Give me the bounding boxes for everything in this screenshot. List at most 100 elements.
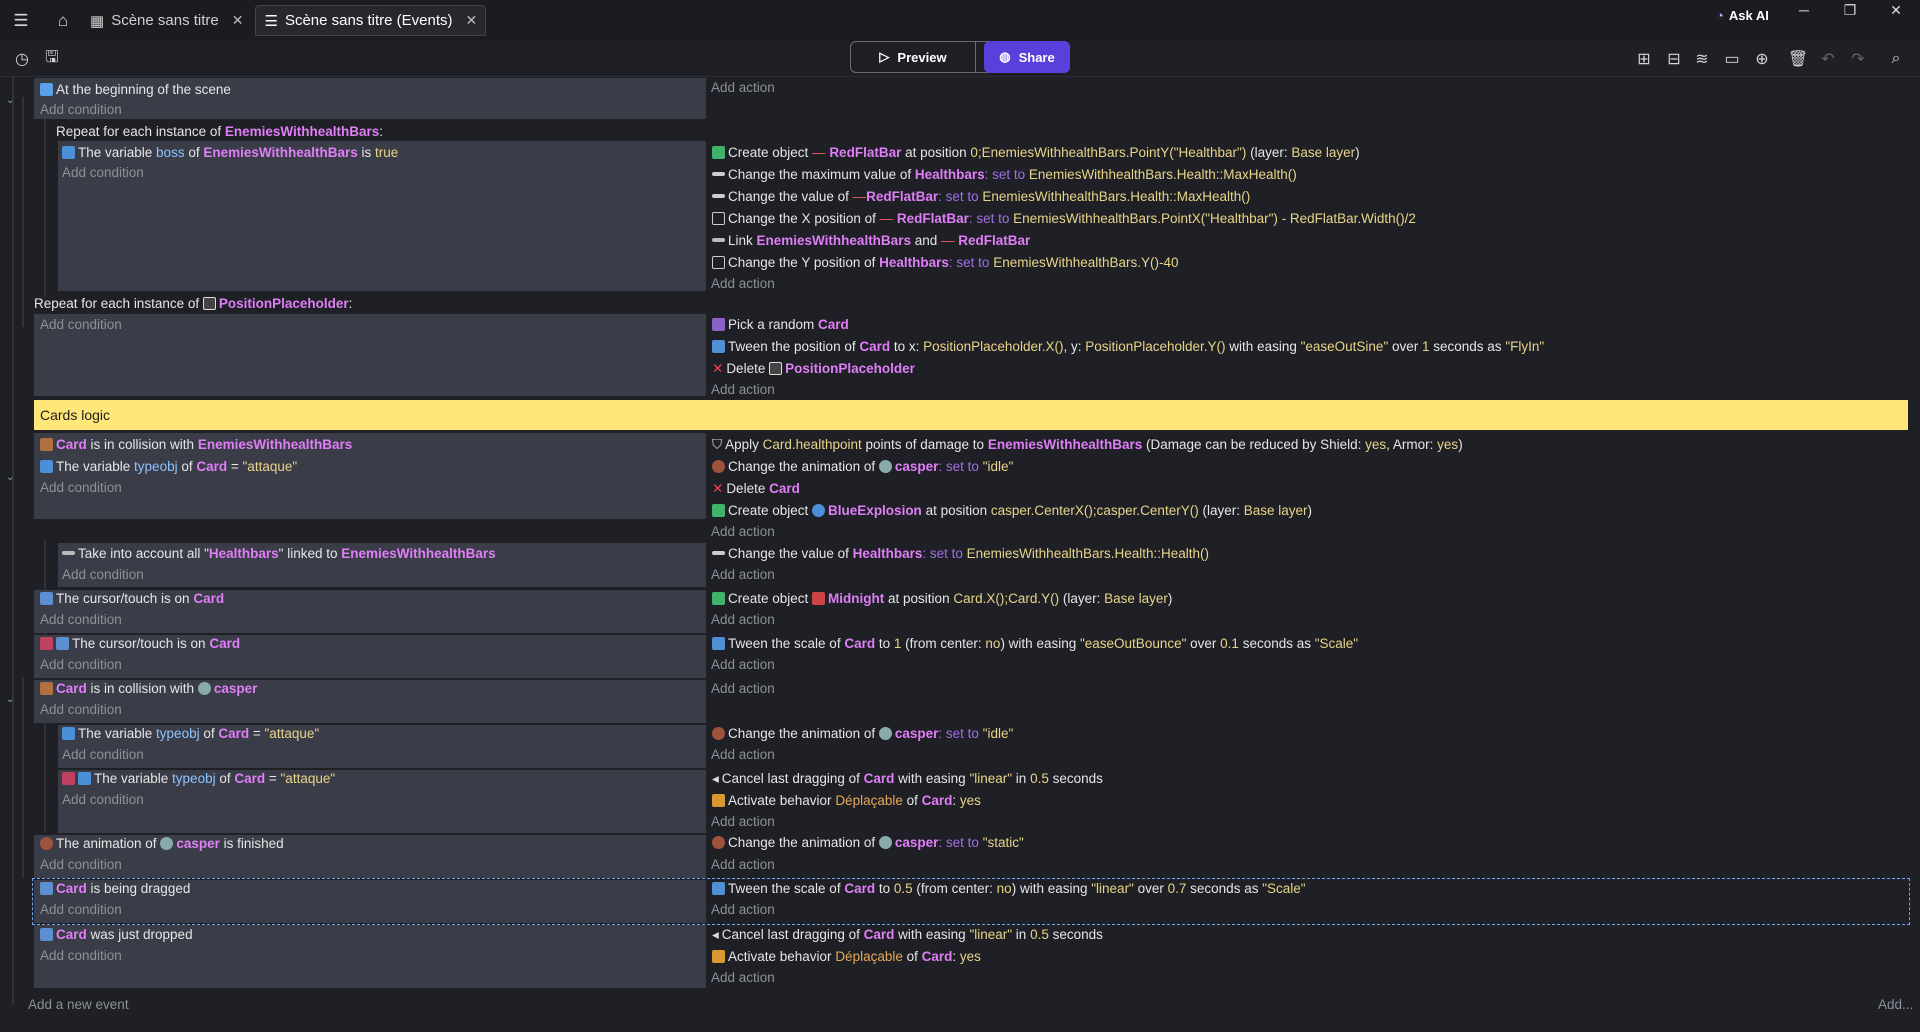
add-condition-link[interactable]: Add condition: [40, 855, 122, 875]
add-comment-icon[interactable]: ▭: [1720, 47, 1744, 71]
add-group-icon[interactable]: ≋: [1690, 47, 1714, 71]
delete-icon[interactable]: 🗑: [1786, 47, 1810, 71]
add-action-link[interactable]: Add action: [711, 900, 775, 920]
add-condition-link[interactable]: Add condition: [40, 315, 122, 335]
add-action-link[interactable]: Add action: [711, 812, 775, 832]
add-action-link[interactable]: Add action: [711, 679, 775, 699]
add-condition-link[interactable]: Add condition: [40, 900, 122, 920]
action[interactable]: Change the Y position of Healthbars: set…: [712, 253, 1179, 273]
add-condition-link[interactable]: Add condition: [62, 790, 144, 810]
action[interactable]: ⛉ Apply Card.healthpoint points of damage…: [712, 435, 1463, 455]
tab-events[interactable]: ☰ Scène sans titre (Events) ✕: [255, 5, 487, 36]
action[interactable]: Create object Midnight at position Card.…: [712, 589, 1172, 609]
add-action-link[interactable]: Add action: [711, 610, 775, 630]
chevron-down-icon[interactable]: ⌄: [6, 472, 14, 483]
action[interactable]: Tween the position of Card to x: Positio…: [712, 337, 1544, 357]
share-button[interactable]: ◍ Share: [984, 41, 1070, 73]
action[interactable]: Activate behavior Déplaçable of Card: ye…: [712, 791, 981, 811]
condition[interactable]: At the beginning of the scene: [40, 80, 231, 100]
add-condition-link[interactable]: Add condition: [62, 745, 144, 765]
variable-icon: [40, 460, 53, 473]
tab-scene[interactable]: ▦ Scène sans titre ✕: [82, 5, 251, 36]
action[interactable]: Change the value of Healthbars: set to E…: [712, 544, 1209, 564]
menu-icon[interactable]: ☰: [6, 6, 36, 36]
condition[interactable]: The variable boss of EnemiesWithhealthBa…: [62, 143, 398, 163]
condition-area: [34, 314, 706, 396]
action[interactable]: Tween the scale of Card to 0.5 (from cen…: [712, 879, 1306, 899]
chevron-down-icon[interactable]: ⌄: [6, 694, 14, 705]
action[interactable]: Change the X position of — RedFlatBar: s…: [712, 209, 1416, 229]
action[interactable]: ✕ Delete PositionPlaceholder: [712, 359, 915, 379]
action[interactable]: Change the animation of casper: set to "…: [712, 833, 1024, 853]
repeat-header[interactable]: Repeat for each instance of PositionPlac…: [34, 294, 352, 314]
add-action-link[interactable]: Add action: [711, 522, 775, 542]
position-icon: [712, 256, 725, 269]
condition[interactable]: The cursor/touch is on Card: [40, 589, 224, 609]
add-condition-link[interactable]: Add condition: [62, 163, 144, 183]
window-close-button[interactable]: ✕: [1876, 2, 1916, 19]
home-icon[interactable]: ⌂: [48, 6, 78, 36]
add-event-icon[interactable]: ⊞: [1632, 47, 1656, 71]
add-condition-link[interactable]: Add condition: [62, 565, 144, 585]
condition[interactable]: The cursor/touch is on Card: [40, 634, 240, 654]
add-action-link[interactable]: Add action: [711, 655, 775, 675]
redo-icon[interactable]: ↷: [1846, 47, 1870, 71]
comment-cards-logic[interactable]: Cards logic: [34, 400, 1908, 430]
add-more-link[interactable]: Add...: [1878, 995, 1913, 1015]
chevron-down-icon[interactable]: ⌄: [6, 95, 14, 106]
repeat-header[interactable]: Repeat for each instance of EnemiesWithh…: [56, 122, 383, 142]
add-action-link[interactable]: Add action: [711, 855, 775, 875]
events-icon: ☰: [264, 12, 278, 30]
search-icon[interactable]: ⌕: [1884, 47, 1908, 71]
add-condition-link[interactable]: Add condition: [40, 478, 122, 498]
add-action-link[interactable]: Add action: [711, 745, 775, 765]
minimize-button[interactable]: ─: [1784, 2, 1824, 18]
condition[interactable]: The variable typeobj of Card = "attaque": [62, 724, 319, 744]
save-icon[interactable]: 🖫: [40, 47, 64, 71]
condition[interactable]: Card is in collision with EnemiesWithhea…: [40, 435, 352, 455]
action[interactable]: ◂ Cancel last dragging of Card with easin…: [712, 769, 1103, 789]
add-action-link[interactable]: Add action: [711, 565, 775, 585]
undo-icon[interactable]: ↶: [1816, 47, 1840, 71]
add-action-link[interactable]: Add action: [711, 274, 775, 294]
condition[interactable]: Card is being dragged: [40, 879, 190, 899]
ask-ai-button[interactable]: ◔ Ask AI: [1716, 8, 1769, 23]
add-action-link[interactable]: Add action: [711, 380, 775, 400]
add-action-link[interactable]: Add action: [711, 78, 775, 98]
action[interactable]: ✕ Delete Card: [712, 479, 800, 499]
action[interactable]: Change the animation of casper: set to "…: [712, 724, 1013, 744]
add-condition-link[interactable]: Add condition: [40, 100, 122, 120]
condition[interactable]: Card is in collision with casper: [40, 679, 257, 699]
close-icon[interactable]: ✕: [466, 12, 478, 29]
action[interactable]: ◂ Cancel last dragging of Card with easin…: [712, 925, 1103, 945]
action[interactable]: Link EnemiesWithhealthBars and — RedFlat…: [712, 231, 1030, 251]
action[interactable]: Create object — RedFlatBar at position 0…: [712, 143, 1360, 163]
preview-button[interactable]: ▷ Preview: [850, 41, 976, 73]
add-condition-link[interactable]: Add condition: [40, 610, 122, 630]
add-subevent-icon[interactable]: ⊟: [1662, 47, 1686, 71]
ghost-icon: [878, 727, 892, 740]
condition[interactable]: The variable typeobj of Card = "attaque": [40, 457, 297, 477]
maximize-button[interactable]: ❐: [1830, 2, 1870, 19]
action[interactable]: Change the value of —RedFlatBar: set to …: [712, 187, 1250, 207]
condition[interactable]: The variable typeobj of Card = "attaque": [62, 769, 335, 789]
action[interactable]: Change the maximum value of Healthbars: …: [712, 165, 1297, 185]
add-action-link[interactable]: Add action: [711, 968, 775, 988]
action[interactable]: Activate behavior Déplaçable of Card: ye…: [712, 947, 981, 967]
add-condition-link[interactable]: Add condition: [40, 655, 122, 675]
add-condition-link[interactable]: Add condition: [40, 946, 122, 966]
action[interactable]: Change the animation of casper: set to "…: [712, 457, 1013, 477]
cursor-icon: [56, 637, 69, 650]
condition[interactable]: Take into account all "Healthbars" linke…: [62, 544, 496, 564]
add-new-event-link[interactable]: Add a new event: [28, 995, 129, 1015]
action[interactable]: Tween the scale of Card to 1 (from cente…: [712, 634, 1358, 654]
action[interactable]: Create object BlueExplosion at position …: [712, 501, 1312, 521]
add-icon[interactable]: ⊕: [1750, 47, 1774, 71]
close-icon[interactable]: ✕: [232, 12, 244, 29]
add-condition-link[interactable]: Add condition: [40, 700, 122, 720]
history-icon[interactable]: ◷: [10, 47, 34, 71]
animation-icon: [40, 837, 53, 850]
condition[interactable]: Card was just dropped: [40, 925, 193, 945]
condition[interactable]: The animation of casper is finished: [40, 834, 284, 854]
action[interactable]: Pick a random Card: [712, 315, 849, 335]
